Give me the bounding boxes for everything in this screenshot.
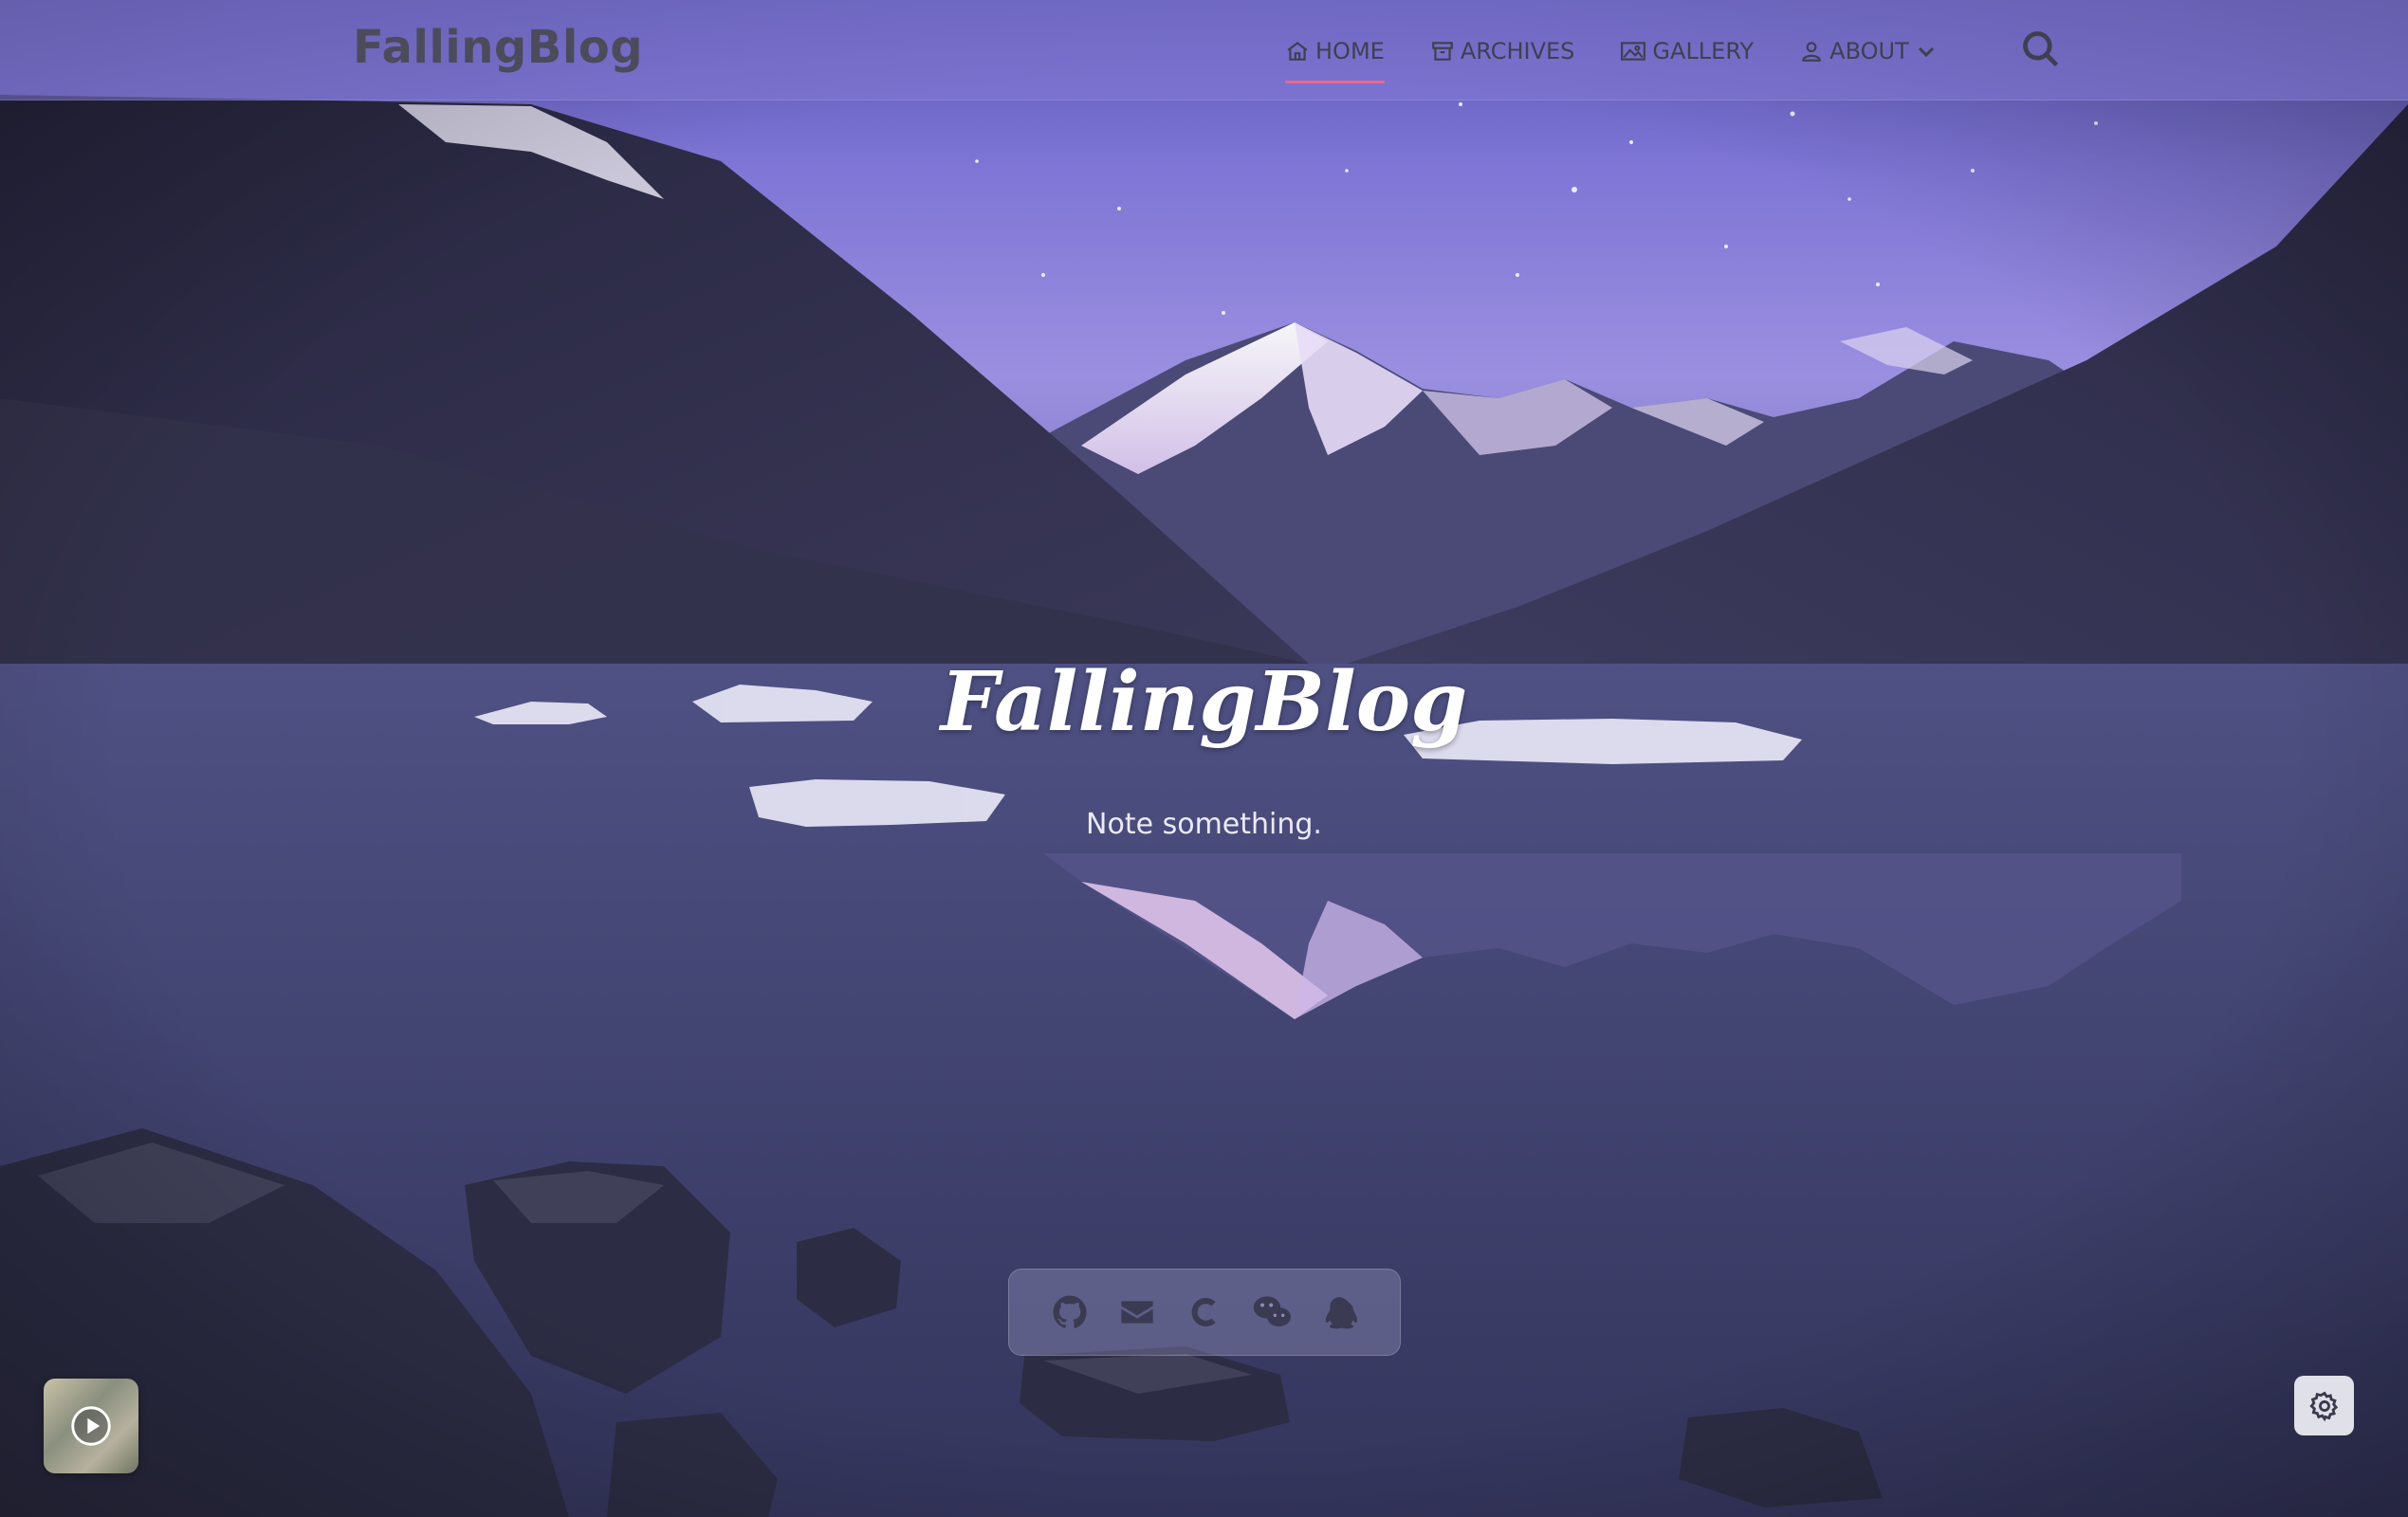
hero-subtitle: Note something. (1086, 808, 1322, 841)
qq-icon (1325, 1297, 1357, 1329)
wechat-link[interactable] (1248, 1289, 1296, 1336)
home-icon (1287, 41, 1308, 61)
csdn-icon (1191, 1298, 1216, 1326)
nav-gallery[interactable]: GALLERY (1620, 27, 1754, 76)
search-icon (2023, 31, 2059, 67)
archive-icon (1431, 42, 1453, 61)
hero-title: FallingBlog (940, 654, 1468, 750)
chevron-down-icon (1918, 46, 1934, 58)
nav-home[interactable]: HOME (1285, 27, 1385, 83)
csdn-link[interactable] (1181, 1289, 1228, 1336)
search-button[interactable] (2020, 28, 2062, 70)
site-logo[interactable]: FallingBlog (353, 21, 643, 74)
nav-about[interactable]: ABOUT (1799, 27, 1943, 76)
nav-home-label: HOME (1315, 38, 1385, 64)
email-icon (1121, 1301, 1153, 1324)
gallery-icon (1621, 42, 1646, 61)
user-icon (1802, 42, 1821, 62)
wechat-icon (1253, 1296, 1291, 1326)
top-navbar: FallingBlog HOME ARCHIVES GALLERY ABOUT (0, 0, 2408, 101)
play-icon (71, 1406, 111, 1446)
nav-archives-label: ARCHIVES (1460, 38, 1575, 64)
email-link[interactable] (1113, 1289, 1161, 1336)
social-links-bar (1008, 1269, 1401, 1356)
nav-gallery-label: GALLERY (1652, 38, 1755, 64)
settings-button[interactable] (2294, 1376, 2354, 1435)
nav-about-label: ABOUT (1829, 38, 1909, 64)
main-nav: HOME ARCHIVES GALLERY ABOUT (1285, 27, 1989, 83)
music-player-widget[interactable] (44, 1379, 138, 1473)
nav-archives[interactable]: ARCHIVES (1430, 27, 1575, 76)
homepage: FallingBlog HOME ARCHIVES GALLERY ABOUT … (0, 0, 2408, 1517)
qq-link[interactable] (1315, 1289, 1363, 1336)
github-icon (1053, 1295, 1087, 1328)
gear-icon (2308, 1391, 2338, 1421)
github-link[interactable] (1046, 1289, 1094, 1336)
